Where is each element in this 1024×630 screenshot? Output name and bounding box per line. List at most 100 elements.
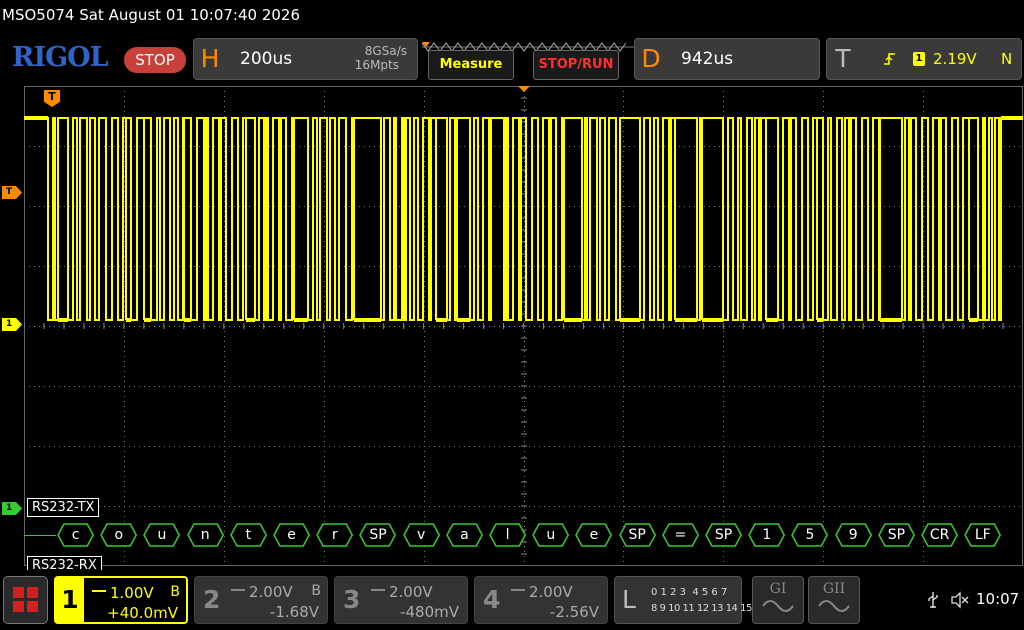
generator1-label: GI — [769, 581, 787, 597]
channel-scale: 2.00V — [529, 583, 573, 601]
decode-symbol: r — [313, 519, 356, 551]
decode-symbol-text: r — [331, 527, 338, 543]
delay-value: 942us — [681, 49, 734, 69]
measure-button[interactable]: Measure — [428, 50, 514, 80]
usb-icon — [928, 592, 938, 608]
decode-symbol: n — [184, 519, 227, 551]
decode-symbol: u — [140, 519, 183, 551]
decode-symbol: CR — [918, 519, 961, 551]
decode-symbol: e — [270, 519, 313, 551]
decode-symbol-text: t — [245, 527, 252, 543]
decode-symbol: SP — [616, 519, 659, 551]
decode-symbol: LF — [961, 519, 1004, 551]
delay-panel[interactable]: D 942us — [634, 38, 820, 80]
stop-run-button[interactable]: STOP/RUN — [533, 50, 619, 80]
ch1-ref-marker[interactable]: 1 — [2, 318, 22, 331]
decode-symbol: 1 — [745, 519, 788, 551]
bandwidth-limit: B — [170, 584, 180, 600]
decode-symbol: e — [572, 519, 615, 551]
model-datetime: MSO5074 Sat August 01 10:07:40 2026 — [2, 6, 301, 24]
channel-1-panel[interactable]: 1 1.00V B +40.0mV — [54, 576, 188, 624]
decode-symbol-text: LF — [974, 527, 991, 543]
trigger-center-marker — [518, 86, 530, 92]
generator1-button[interactable]: GI — [752, 576, 804, 624]
decode-symbol-text: CR — [929, 527, 950, 543]
rising-edge-icon — [884, 53, 895, 65]
dc-coupling-icon — [371, 589, 385, 593]
trigger-source: 1 — [913, 52, 925, 66]
decode-symbol: a — [443, 519, 486, 551]
system-clock: 10:07 — [976, 590, 1020, 608]
decode-symbol: 5 — [788, 519, 831, 551]
logic-letter: L — [622, 585, 636, 614]
decode-symbol-text: u — [157, 527, 167, 543]
logic-channels-row1: 0 1 2 3 4 5 6 7 — [651, 587, 728, 598]
decode-symbol-text: 5 — [805, 527, 815, 543]
decode-symbol: u — [529, 519, 572, 551]
decode-symbol-text: 1 — [762, 527, 772, 543]
trigger-level: 2.19V — [933, 50, 977, 68]
channel-offset: -480mV — [400, 603, 459, 621]
dc-coupling-icon — [231, 589, 245, 593]
bottom-bar: 1 1.00V B +40.0mV 2 2.00V B -1.68V 3 2.00V -480mV 4… — [0, 572, 1024, 630]
trigger-panel[interactable]: T 1 2.19V N — [826, 38, 1022, 80]
trigger-letter: T — [835, 44, 851, 73]
decode-symbol: 9 — [832, 519, 875, 551]
dc-coupling-icon — [92, 590, 106, 594]
dc-coupling-icon — [511, 589, 525, 593]
status-line: MSO5074 Sat August 01 10:07:40 2026 — [0, 0, 1024, 34]
graticule — [24, 86, 1023, 566]
menu-grid-icon — [13, 587, 38, 612]
rigol-logo: RIGOL — [12, 42, 109, 73]
decode-symbol: SP — [875, 519, 918, 551]
channel-number: 2 — [203, 585, 221, 614]
speaker-muted-icon[interactable] — [950, 591, 970, 609]
menu-button[interactable] — [3, 576, 48, 624]
decode-symbol: o — [97, 519, 140, 551]
channel-number: 4 — [483, 585, 501, 614]
memory-depth: 16Mpts — [354, 58, 399, 72]
decode-symbol-text: 9 — [848, 527, 858, 543]
timebase-value: 200us — [240, 49, 293, 69]
bus-ref-marker[interactable]: 1 — [2, 502, 22, 515]
decode-symbol-text: SP — [369, 527, 387, 543]
trigger-level-marker[interactable]: T — [2, 186, 22, 199]
decode-symbol-text: v — [417, 527, 426, 543]
decode-symbol-text: l — [505, 527, 510, 543]
channel-offset: -1.68V — [269, 603, 319, 621]
run-state-badge[interactable]: STOP — [124, 47, 186, 73]
decode-symbol: = — [659, 519, 702, 551]
horizontal-letter: H — [200, 44, 220, 73]
decode-symbol-text: SP — [714, 527, 733, 543]
channel-number: 1 — [56, 578, 84, 622]
sine-wave-icon — [818, 600, 850, 612]
decode-symbol: v — [400, 519, 443, 551]
logic-analyzer-panel[interactable]: L 0 1 2 3 4 5 6 7 8 9 10 11 12 13 14 15 — [614, 576, 752, 624]
generator2-button[interactable]: GII — [808, 576, 860, 624]
bus2-label[interactable]: RS232-RX — [27, 556, 102, 570]
channel-offset: -2.56V — [549, 603, 599, 621]
decode-symbol-text: = — [674, 527, 687, 543]
logic-channels-row2: 8 9 10 11 12 13 14 15 — [651, 603, 752, 614]
bandwidth-limit: B — [311, 583, 321, 599]
channel-scale: 2.00V — [389, 583, 433, 601]
horizontal-panel[interactable]: H 200us 8GSa/s 16Mpts — [193, 38, 418, 80]
delay-letter: D — [641, 44, 661, 73]
channel-offset: +40.0mV — [107, 604, 178, 622]
channel-scale: 2.00V — [249, 583, 293, 601]
trigger-mode: N — [1001, 50, 1013, 68]
toolbar: RIGOL STOP H 200us 8GSa/s 16Mpts Measure… — [0, 36, 1024, 84]
waveform-display[interactable] — [24, 86, 1023, 566]
channel-4-panel[interactable]: 4 2.00V -2.56V — [474, 576, 608, 624]
channel-2-panel[interactable]: 2 2.00V B -1.68V — [194, 576, 328, 624]
decode-symbol-text: e — [287, 527, 296, 543]
decode-symbol: t — [227, 519, 270, 551]
decode-symbol: SP — [702, 519, 745, 551]
decode-symbol-text: u — [546, 527, 556, 543]
generator2-label: GII — [822, 581, 846, 597]
sample-rate: 8GSa/s — [364, 44, 407, 58]
bus1-label[interactable]: RS232-TX — [27, 498, 100, 517]
decode-symbol-text: o — [114, 527, 124, 543]
decode-symbol: c — [54, 519, 97, 551]
channel-3-panel[interactable]: 3 2.00V -480mV — [334, 576, 468, 624]
